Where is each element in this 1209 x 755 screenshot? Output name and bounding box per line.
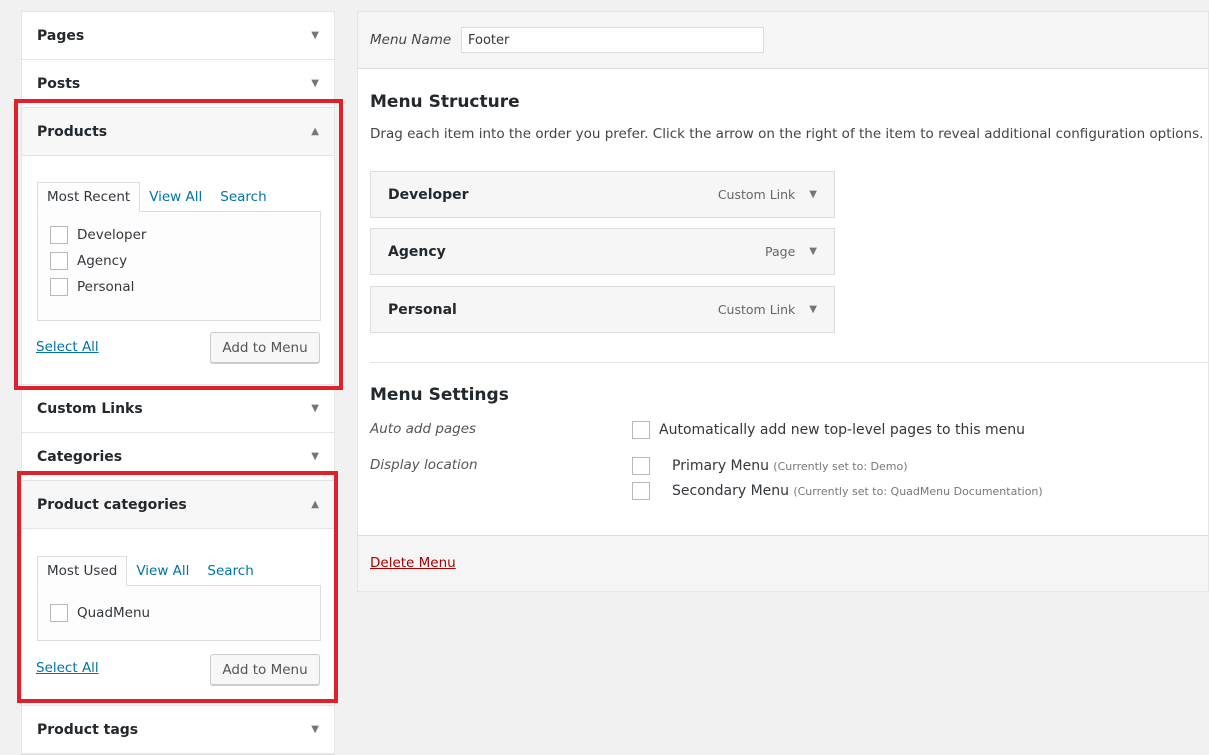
- item-title: Agency: [388, 243, 446, 260]
- menu-settings-title: Menu Settings: [370, 385, 509, 405]
- accordion-product-tags[interactable]: Product tags ▼: [22, 706, 334, 754]
- item-title: Developer: [388, 186, 469, 203]
- checkbox[interactable]: [632, 457, 650, 475]
- item-type: Custom Link: [717, 302, 796, 317]
- location-name: Secondary Menu: [672, 483, 790, 499]
- menu-item-personal[interactable]: Personal Custom Link ▼: [370, 286, 835, 333]
- item-type: Page: [765, 244, 796, 259]
- menu-structure-title: Menu Structure: [370, 92, 520, 112]
- highlight-box-product-categories: [17, 471, 338, 703]
- location-note: (Currently set to: Demo): [773, 459, 908, 473]
- location-name: Primary Menu: [672, 458, 769, 474]
- categories-label: Categories: [37, 448, 123, 465]
- auto-add-label: Auto add pages: [370, 421, 477, 437]
- chevron-down-icon: ▼: [311, 78, 319, 89]
- item-title: Personal: [388, 301, 457, 318]
- menu-name-input[interactable]: [461, 27, 764, 53]
- menu-header: Menu Name: [358, 12, 1208, 69]
- accordion-pages[interactable]: Pages ▼: [22, 12, 334, 60]
- chevron-down-icon: ▼: [311, 30, 319, 41]
- location-primary-menu[interactable]: Primary Menu (Currently set to: Demo): [632, 453, 908, 479]
- expand-arrow-icon[interactable]: ▼: [809, 246, 817, 257]
- menu-item-developer[interactable]: Developer Custom Link ▼: [370, 171, 835, 218]
- menu-name-label: Menu Name: [370, 32, 452, 48]
- expand-arrow-icon[interactable]: ▼: [809, 189, 817, 200]
- custom-links-label: Custom Links: [37, 400, 143, 417]
- menu-structure-description: Drag each item into the order you prefer…: [370, 126, 1204, 142]
- highlight-box-products: [14, 99, 343, 390]
- posts-label: Posts: [37, 75, 81, 92]
- location-note: (Currently set to: QuadMenu Documentatio…: [793, 484, 1043, 498]
- chevron-down-icon: ▼: [311, 451, 319, 462]
- chevron-down-icon: ▼: [311, 403, 319, 414]
- tab-most-used[interactable]: Most Used: [37, 556, 128, 586]
- menu-item-agency[interactable]: Agency Page ▼: [370, 228, 835, 275]
- delete-menu-link[interactable]: Delete Menu: [370, 555, 456, 571]
- location-secondary-menu[interactable]: Secondary Menu (Currently set to: QuadMe…: [632, 478, 1043, 504]
- auto-add-checkbox[interactable]: Automatically add new top-level pages to…: [632, 417, 1025, 443]
- product-tags-label: Product tags: [37, 721, 139, 738]
- tab-most-recent[interactable]: Most Recent: [37, 182, 141, 212]
- item-type: Custom Link: [717, 187, 796, 202]
- checkbox[interactable]: [632, 421, 650, 439]
- accordion-custom-links[interactable]: Custom Links ▼: [22, 385, 334, 433]
- display-location-label: Display location: [370, 457, 478, 473]
- expand-arrow-icon[interactable]: ▼: [809, 304, 817, 315]
- checkbox[interactable]: [632, 482, 650, 500]
- pages-label: Pages: [37, 27, 85, 44]
- auto-add-text: Automatically add new top-level pages to…: [659, 422, 1026, 438]
- menu-footer: Delete Menu: [358, 535, 1208, 591]
- menu-editor: Menu Name Menu Structure Drag each item …: [357, 11, 1209, 592]
- divider: [370, 362, 1209, 363]
- chevron-down-icon: ▼: [311, 724, 319, 735]
